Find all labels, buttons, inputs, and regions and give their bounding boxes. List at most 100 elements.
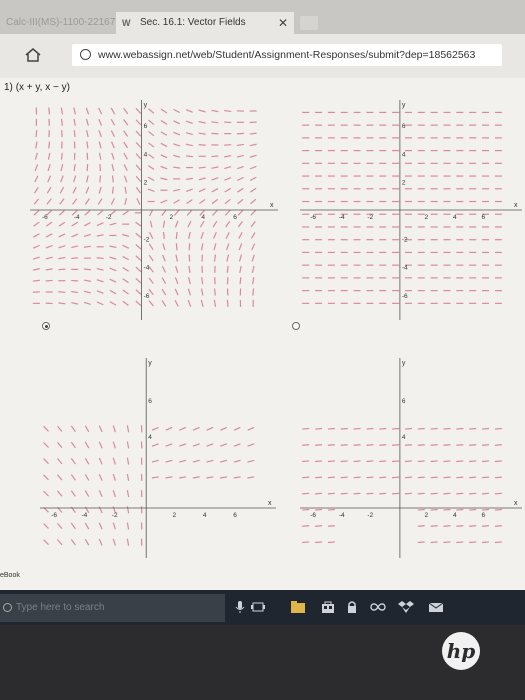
- y-tick-label: 4: [402, 434, 406, 441]
- field-arrow: [83, 245, 91, 248]
- field-arrow: [70, 474, 76, 481]
- field-arrow: [250, 220, 256, 228]
- dropbox-icon[interactable]: [398, 600, 414, 614]
- field-arrow: [160, 177, 168, 181]
- field-arrow: [174, 288, 179, 296]
- field-arrow: [353, 427, 361, 430]
- field-arrow: [379, 476, 387, 479]
- field-arrow: [58, 245, 66, 249]
- field-arrow: [110, 118, 116, 126]
- field-arrow: [135, 119, 142, 126]
- home-icon[interactable]: [24, 47, 42, 63]
- field-arrow: [97, 210, 104, 216]
- tab-active[interactable]: W Sec. 16.1: Vector Fields ✕: [116, 12, 294, 34]
- field-arrow: [249, 132, 257, 135]
- field-arrow: [72, 186, 77, 194]
- y-tick-label: 4: [144, 151, 148, 158]
- field-arrow: [46, 198, 52, 205]
- field-arrow: [481, 460, 490, 463]
- field-arrow: [43, 442, 49, 448]
- lock-icon[interactable]: [344, 600, 360, 614]
- task-view-icon[interactable]: [250, 600, 266, 614]
- tab-inactive[interactable]: Calc-III(MS)-1100-22167: [0, 12, 116, 34]
- new-tab-button[interactable]: [300, 16, 318, 30]
- field-arrow: [122, 233, 130, 237]
- field-arrow: [173, 209, 180, 216]
- field-arrow: [220, 443, 228, 447]
- field-arrow: [494, 492, 502, 495]
- field-arrow: [185, 132, 193, 136]
- field-arrow: [430, 427, 438, 430]
- field-arrow: [443, 476, 451, 479]
- field-arrow: [123, 164, 128, 171]
- field-arrow: [47, 164, 51, 172]
- field-arrow: [224, 144, 232, 146]
- field-arrow: [84, 221, 91, 227]
- field-arrow: [315, 508, 323, 511]
- field-arrow: [99, 175, 102, 183]
- field-arrow: [32, 268, 40, 271]
- field-arrow: [83, 290, 91, 294]
- field-arrow: [58, 233, 66, 238]
- field-arrow: [469, 476, 477, 479]
- y-axis-label: y: [402, 102, 406, 109]
- field-arrow: [247, 443, 255, 447]
- field-arrow: [211, 132, 219, 135]
- x-tick-label: 6: [233, 512, 237, 519]
- radio-selected-dot: [44, 324, 48, 328]
- field-arrow: [249, 187, 257, 193]
- url-field[interactable]: www.webassign.net/web/Student/Assignment…: [72, 44, 502, 66]
- x-tick-label: -4: [339, 214, 345, 221]
- tab-close-icon[interactable]: ✕: [278, 12, 288, 34]
- field-arrow: [110, 130, 116, 138]
- field-arrow: [469, 541, 477, 544]
- field-arrow: [430, 492, 438, 495]
- field-arrow: [35, 141, 38, 149]
- y-tick-label: -4: [402, 265, 408, 272]
- ebook-label[interactable]: eBook: [0, 572, 20, 579]
- x-tick-label: 4: [201, 214, 205, 221]
- field-arrow: [220, 426, 228, 431]
- field-arrow: [96, 257, 104, 260]
- field-arrow: [71, 221, 78, 227]
- field-arrow: [247, 426, 255, 431]
- field-arrow: [237, 220, 243, 228]
- field-arrow: [238, 232, 243, 239]
- field-arrow: [392, 427, 400, 430]
- field-arrow: [135, 289, 142, 295]
- field-arrow: [237, 209, 244, 216]
- field-arrow: [70, 458, 76, 465]
- field-arrow: [123, 175, 128, 183]
- field-arrow: [148, 277, 154, 284]
- microphone-icon[interactable]: [232, 600, 248, 614]
- field-arrow: [84, 425, 90, 433]
- field-arrow: [33, 221, 40, 227]
- field-arrow: [58, 268, 66, 271]
- field-arrow: [110, 141, 115, 149]
- taskbar-search[interactable]: Type here to search: [0, 594, 225, 622]
- field-arrow: [251, 254, 255, 262]
- infinity-icon[interactable]: [370, 600, 386, 614]
- field-arrow: [147, 176, 155, 182]
- field-arrow: [48, 141, 51, 149]
- mail-icon[interactable]: [428, 600, 444, 614]
- field-arrow: [443, 460, 451, 463]
- field-arrow: [327, 508, 335, 511]
- field-arrow: [173, 154, 181, 158]
- field-arrow: [126, 457, 130, 465]
- field-arrow: [43, 539, 49, 546]
- field-arrow: [224, 209, 231, 216]
- field-arrow: [179, 426, 187, 431]
- field-arrow: [162, 231, 165, 240]
- store-icon[interactable]: [320, 600, 336, 614]
- field-arrow: [123, 119, 129, 126]
- field-arrow: [327, 541, 335, 544]
- answer-radio-b[interactable]: [292, 322, 300, 330]
- field-arrow: [430, 476, 438, 479]
- field-arrow: [327, 476, 335, 479]
- field-arrow: [135, 232, 142, 239]
- answer-radio-a[interactable]: [42, 322, 50, 330]
- field-arrow: [122, 278, 129, 284]
- file-explorer-icon[interactable]: [290, 600, 306, 614]
- field-arrow: [481, 492, 490, 495]
